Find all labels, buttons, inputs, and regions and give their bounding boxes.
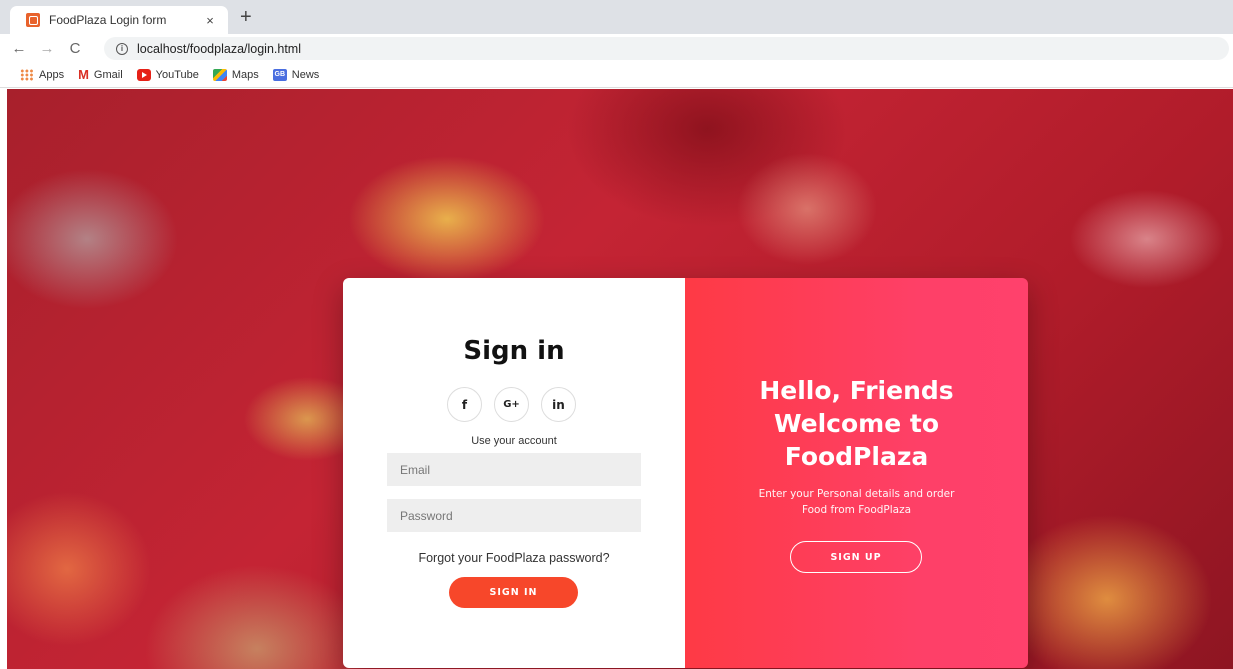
gmail-icon: M [78,66,89,82]
maps-icon [212,68,227,81]
back-arrow-icon[interactable]: ← [10,40,28,57]
welcome-heading: Hello, Friends Welcome to FoodPlaza [685,374,1028,473]
new-tab-button[interactable]: + [240,7,252,27]
signin-panel: Sign in f G+ in Use your account Forgot … [343,278,685,668]
browser-tab[interactable]: FoodPlaza Login form × [10,6,228,34]
bookmark-label: News [291,68,320,81]
email-field[interactable] [387,453,641,486]
bookmark-label: Gmail [93,68,123,81]
tab-close-icon[interactable]: × [202,13,218,28]
linkedin-icon[interactable]: in [541,387,576,422]
signin-title: Sign in [463,336,565,366]
browser-toolbar: ← → C i localhost/foodplaza/login.html [0,34,1233,62]
news-icon: GB [272,68,287,81]
use-account-text: Use your account [471,435,557,447]
site-favicon-icon [26,13,40,27]
google-plus-icon[interactable]: G+ [494,387,529,422]
bookmark-youtube[interactable]: YouTube [136,68,199,81]
bookmark-label: YouTube [155,68,199,81]
welcome-line: Welcome to [773,409,940,438]
reload-icon[interactable]: C [66,40,84,57]
bookmarks-bar: Apps M Gmail YouTube Maps GB News [0,62,1233,88]
bookmark-gmail[interactable]: M Gmail [78,66,123,82]
login-container: Sign in f G+ in Use your account Forgot … [343,278,1028,668]
password-field[interactable] [387,499,641,532]
bookmark-maps[interactable]: Maps [212,68,259,81]
forward-arrow-icon[interactable]: → [38,40,56,57]
tab-title: FoodPlaza Login form [49,13,167,27]
forgot-password-link[interactable]: Forgot your FoodPlaza password? [343,551,685,565]
welcome-line: FoodPlaza [784,442,929,471]
apps-grid-icon [20,68,34,81]
description-line: Food from FoodPlaza [801,504,912,516]
social-buttons: f G+ in [447,387,576,422]
signup-button[interactable]: SIGN UP [790,541,922,573]
url-text[interactable]: localhost/foodplaza/login.html [137,42,301,56]
youtube-icon [136,68,151,81]
facebook-icon[interactable]: f [447,387,482,422]
bookmark-label: Apps [39,68,65,81]
signin-button[interactable]: SIGN IN [449,577,578,608]
browser-tabstrip: FoodPlaza Login form × + [0,0,1233,34]
address-bar[interactable]: i localhost/foodplaza/login.html [104,37,1229,60]
bookmark-news[interactable]: GB News [272,68,320,81]
welcome-line: Hello, Friends [759,376,954,405]
site-info-icon[interactable]: i [116,42,128,55]
bookmark-apps[interactable]: Apps [20,68,65,81]
signup-overlay-panel: Hello, Friends Welcome to FoodPlaza Ente… [685,278,1028,668]
bookmark-label: Maps [231,68,259,81]
signup-description: Enter your Personal details and order Fo… [725,486,988,518]
description-line: Enter your Personal details and order [758,488,955,500]
